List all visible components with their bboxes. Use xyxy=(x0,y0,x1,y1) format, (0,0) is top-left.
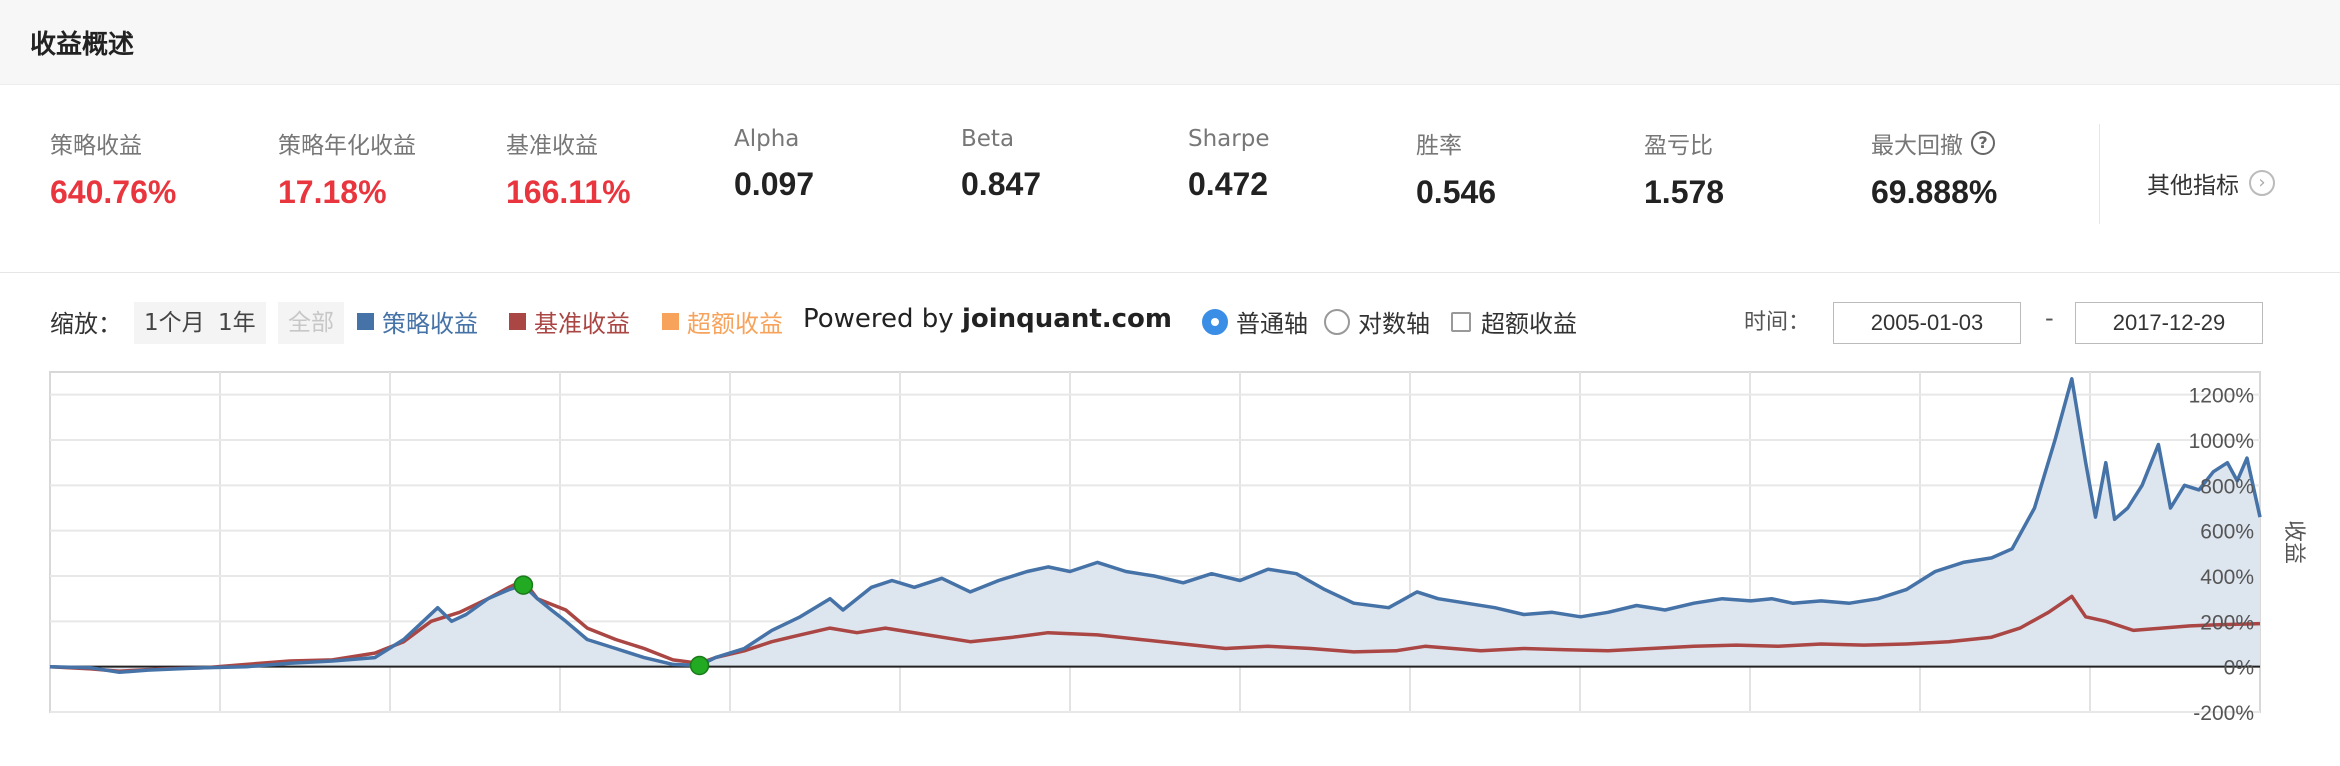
y-tick-label: 800% xyxy=(2200,475,2254,498)
question-circle-icon[interactable]: ? xyxy=(1971,131,1995,155)
y-tick-label: 600% xyxy=(2200,521,2254,544)
metric-value: 0.472 xyxy=(1188,166,1269,202)
excess-return-toggle[interactable]: 超额收益 xyxy=(1451,304,1577,339)
y-tick-label: 1000% xyxy=(2189,430,2254,453)
date-separator: - xyxy=(2045,304,2054,332)
zoom-all-button[interactable]: 全部 xyxy=(278,302,344,344)
metric-strategy-return: 策略收益 640.76% xyxy=(50,126,176,211)
metric-label: 策略收益 xyxy=(50,133,142,159)
metric-value: 0.097 xyxy=(734,166,815,202)
metric-value: 640.76% xyxy=(50,174,177,210)
excess-return-label: 超额收益 xyxy=(1481,310,1577,338)
axis-option-log[interactable]: 对数轴 xyxy=(1324,304,1430,339)
zoom-1-year-button[interactable]: 1年 xyxy=(208,302,266,344)
y-tick-label: 1200% xyxy=(2189,385,2254,408)
legend-benchmark[interactable]: 基准收益 xyxy=(509,304,630,339)
legend-swatch xyxy=(509,313,526,330)
metric-label: 胜率 xyxy=(1416,133,1462,159)
metric-label: 盈亏比 xyxy=(1644,133,1713,159)
metric-label: 基准收益 xyxy=(506,133,598,159)
metric-max-drawdown: 最大回撤 ? 69.888% xyxy=(1871,126,1997,211)
metric-value: 0.546 xyxy=(1416,174,1497,210)
legend-label: 超额收益 xyxy=(687,310,783,338)
powered-by-site[interactable]: joinquant.com xyxy=(962,304,1172,334)
event-marker xyxy=(513,575,534,595)
page-title: 收益概述 xyxy=(30,30,135,60)
chevron-right-icon: › xyxy=(2249,170,2275,196)
metric-value: 0.847 xyxy=(961,166,1042,202)
metric-label: 最大回撤 xyxy=(1871,133,1963,159)
metric-benchmark-return: 基准收益 166.11% xyxy=(506,126,631,211)
legend-swatch xyxy=(662,313,679,330)
chart-toolbar: 缩放： 1个月 1年 全部 策略收益 基准收益 超额收益 Powered by … xyxy=(0,296,2340,352)
date-from-input[interactable]: 2005-01-03 xyxy=(1833,302,2021,344)
metric-label-row: 最大回撤 ? xyxy=(1871,126,1997,160)
time-label: 时间： xyxy=(1744,310,1811,335)
summary-header: 收益概述 xyxy=(0,0,2340,85)
axis-option-label: 对数轴 xyxy=(1358,310,1430,338)
metric-alpha: Alpha 0.097 xyxy=(734,126,814,203)
metric-label: Beta xyxy=(961,126,1015,152)
powered-by: Powered by joinquant.com xyxy=(803,304,1172,334)
other-metrics-label: 其他指标 xyxy=(2147,173,2239,199)
radio-icon[interactable] xyxy=(1324,308,1350,335)
metric-label: 策略年化收益 xyxy=(278,133,416,159)
legend-swatch xyxy=(357,313,374,330)
metric-beta: Beta 0.847 xyxy=(961,126,1041,203)
metric-label: Sharpe xyxy=(1188,126,1270,152)
metric-win-rate: 胜率 0.546 xyxy=(1416,126,1496,211)
metric-sharpe: Sharpe 0.472 xyxy=(1188,126,1269,203)
y-tick-label: -200% xyxy=(2193,702,2254,725)
legend-excess[interactable]: 超额收益 xyxy=(662,304,783,339)
metric-label: Alpha xyxy=(734,126,800,152)
event-marker xyxy=(689,655,710,676)
metric-value: 166.11% xyxy=(506,174,631,210)
chart-svg: -200% 0% 200% 400% 600% 800% 1000% 1200% 收益 xyxy=(49,371,2306,725)
other-metrics-link[interactable]: 其他指标 › xyxy=(2147,166,2275,200)
y-tick-label: 200% xyxy=(2200,611,2254,634)
zoom-1-month-button[interactable]: 1个月 xyxy=(134,302,215,344)
date-to-input[interactable]: 2017-12-29 xyxy=(2075,302,2263,344)
legend-label: 策略收益 xyxy=(382,310,478,338)
powered-by-prefix: Powered by xyxy=(803,304,962,334)
y-tick-label: 0% xyxy=(2224,657,2254,680)
metric-annualized-return: 策略年化收益 17.18% xyxy=(278,126,416,211)
y-tick-label: 400% xyxy=(2200,566,2254,589)
metrics-divider xyxy=(2099,124,2100,224)
legend-label: 基准收益 xyxy=(534,310,630,338)
checkbox-icon[interactable] xyxy=(1451,311,1471,332)
metrics-panel: 策略收益 640.76% 策略年化收益 17.18% 基准收益 166.11% … xyxy=(0,84,2340,273)
metric-value: 1.578 xyxy=(1644,174,1725,210)
y-axis-label: 收益 xyxy=(2281,520,2306,564)
radio-selected-icon[interactable] xyxy=(1202,308,1228,335)
axis-option-linear[interactable]: 普通轴 xyxy=(1202,304,1308,339)
metric-value: 17.18% xyxy=(278,174,387,210)
zoom-label: 缩放： xyxy=(50,310,122,338)
metric-value: 69.888% xyxy=(1871,174,1998,210)
metric-profit-loss-ratio: 盈亏比 1.578 xyxy=(1644,126,1724,211)
returns-chart: -200% 0% 200% 400% 600% 800% 1000% 1200% 收益 xyxy=(0,366,2340,762)
legend-strategy[interactable]: 策略收益 xyxy=(357,304,478,339)
axis-option-label: 普通轴 xyxy=(1236,310,1308,338)
